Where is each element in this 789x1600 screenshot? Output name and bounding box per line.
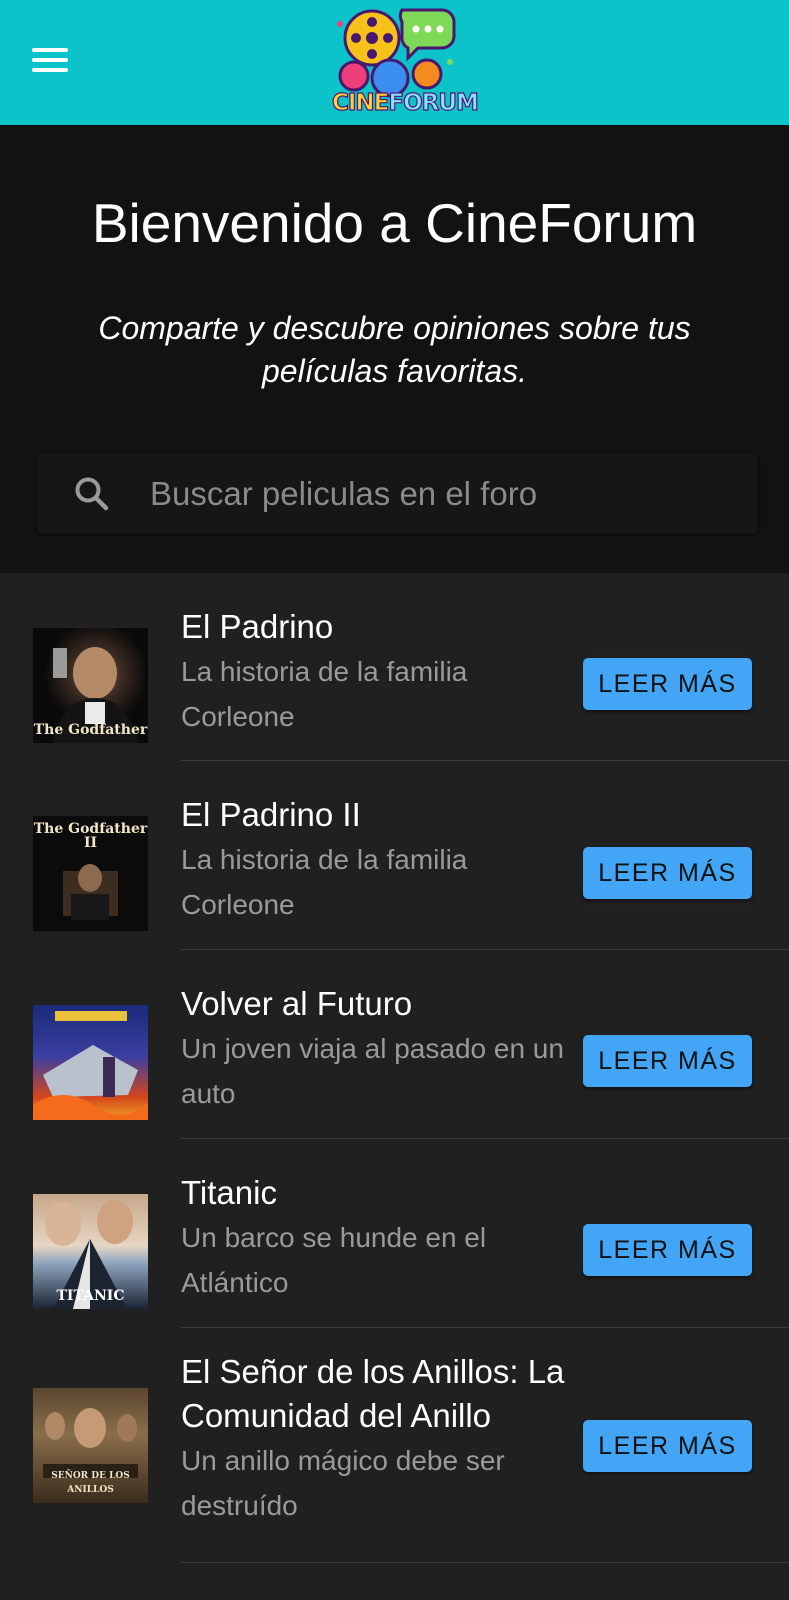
- read-more-button[interactable]: LEER MÁS: [583, 1224, 752, 1276]
- poster-caption: SEÑOR DE LOS ANILLOS: [51, 1471, 130, 1495]
- movie-title: Volver al Futuro: [181, 985, 413, 1022]
- movie-title: El Padrino: [181, 608, 334, 645]
- movie-description: La historia de la familia Corleone: [181, 656, 468, 732]
- movie-description: Un joven viaja al pasado en un auto: [181, 1033, 564, 1109]
- divider: [181, 1562, 789, 1563]
- list-item[interactable]: SEÑOR DE LOS ANILLOS El Señor de los Ani…: [0, 1328, 789, 1563]
- cineforum-logo[interactable]: CINEFORUM: [331, 4, 480, 120]
- movie-title: Titanic: [181, 1174, 277, 1211]
- movie-poster[interactable]: [33, 1005, 148, 1120]
- poster-caption: The Godfather II: [33, 821, 148, 851]
- search-input[interactable]: [150, 454, 740, 534]
- hamburger-menu-icon[interactable]: [28, 38, 72, 82]
- hero-section: Bienvenido a CineForum Comparte y descub…: [0, 125, 789, 573]
- movie-poster[interactable]: TITANIC: [33, 1194, 148, 1309]
- page-subtitle: Comparte y descubre opiniones sobre tus …: [98, 310, 691, 389]
- search-icon[interactable]: [72, 474, 112, 514]
- movie-list: The Godfather El Padrino La historia de …: [0, 573, 789, 1600]
- poster-caption: The Godfather: [33, 722, 148, 738]
- list-item[interactable]: The Godfather El Padrino La historia de …: [0, 573, 789, 761]
- list-item[interactable]: TITANIC Titanic Un barco se hunde en el …: [0, 1139, 789, 1328]
- movie-poster[interactable]: The Godfather: [33, 628, 148, 743]
- movie-description: Un barco se hunde en el Atlántico: [181, 1222, 487, 1298]
- poster-caption: TITANIC: [56, 1288, 125, 1304]
- read-more-button[interactable]: LEER MÁS: [583, 847, 752, 899]
- movie-description: Un anillo mágico debe ser destruído: [181, 1445, 505, 1521]
- movie-description: La historia de la familia Corleone: [181, 844, 468, 920]
- search-bar[interactable]: [38, 454, 757, 534]
- read-more-button[interactable]: LEER MÁS: [583, 1420, 752, 1472]
- movie-poster[interactable]: The Godfather II: [33, 816, 148, 931]
- page-title: Bienvenido a CineForum: [91, 192, 698, 254]
- list-item[interactable]: The Godfather II El Padrino II La histor…: [0, 761, 789, 950]
- movie-title: El Señor de los Anillos: La Comunidad de…: [181, 1353, 565, 1434]
- movie-poster[interactable]: SEÑOR DE LOS ANILLOS: [33, 1388, 148, 1503]
- list-item[interactable]: Volver al Futuro Un joven viaja al pasad…: [0, 950, 789, 1139]
- movie-title: El Padrino II: [181, 796, 361, 833]
- read-more-button[interactable]: LEER MÁS: [583, 1035, 752, 1087]
- app-bar: CINEFORUM: [0, 0, 789, 125]
- poster-graphic: [33, 1011, 148, 1120]
- read-more-button[interactable]: LEER MÁS: [583, 658, 752, 710]
- logo-wordmark: CINEFORUM: [331, 89, 479, 116]
